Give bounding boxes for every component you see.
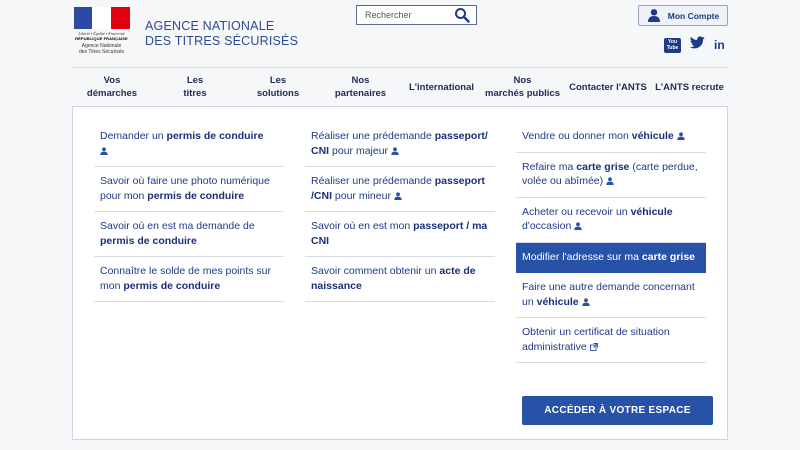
menu-item[interactable]: Acheter ou recevoir un véhicule d'occasi… xyxy=(516,198,706,243)
nav-item-ants-recrute[interactable]: L'ANTS recrute xyxy=(651,81,728,94)
item-text: d'occasion xyxy=(522,220,572,232)
access-your-space-button[interactable]: ACCÉDER À VOTRE ESPACE xyxy=(522,396,713,425)
user-icon xyxy=(581,296,590,306)
menu-item-active[interactable]: Modifier l'adresse sur ma carte grise xyxy=(516,242,706,273)
user-icon xyxy=(574,220,582,230)
user-icon xyxy=(677,130,685,140)
item-keyword: permis de conduire xyxy=(166,130,264,142)
social-links: You Tube in xyxy=(664,36,725,54)
menu-item[interactable]: Réaliser une prédemande passeport /CNI p… xyxy=(305,167,495,212)
french-flag-icon xyxy=(73,7,130,29)
nav-label: titres xyxy=(183,88,207,99)
search-box xyxy=(356,5,477,25)
item-text: Savoir où en est mon xyxy=(311,220,414,232)
linkedin-icon[interactable]: in xyxy=(714,38,725,52)
item-text: Réaliser une prédemande xyxy=(311,130,435,142)
menu-item[interactable]: Vendre ou donner mon véhicule xyxy=(516,122,706,153)
nav-label: Les xyxy=(269,75,287,86)
item-text: pour mineur xyxy=(332,189,391,202)
user-icon xyxy=(391,145,399,155)
nav-item-les-titres[interactable]: Les titres xyxy=(152,74,238,100)
agency-name-line2: DES TITRES SÉCURISÉS xyxy=(145,34,299,48)
nav-item-contacter-ants[interactable]: Contacter l'ANTS xyxy=(565,81,651,94)
external-link-icon xyxy=(589,341,598,351)
user-icon xyxy=(606,175,614,185)
menu-item[interactable]: Savoir où en est mon passeport / ma CNI xyxy=(305,212,495,257)
item-text: Savoir comment obtenir un xyxy=(311,265,440,277)
youtube-icon[interactable]: You Tube xyxy=(664,37,681,53)
menu-column-vehicule: Vendre ou donner mon véhicule Refaire ma… xyxy=(516,122,706,363)
menu-item[interactable]: Savoir où faire une photo numérique pour… xyxy=(94,167,284,212)
menu-item[interactable]: Connaître le solde de mes points sur mon… xyxy=(94,257,284,302)
menu-item[interactable]: Savoir où en est ma demande de permis de… xyxy=(94,212,284,257)
nav-label: Contacter l'ANTS xyxy=(569,81,647,93)
main-navigation: Vos démarches Les titres Les solutions Nos p… xyxy=(72,67,728,106)
search-input[interactable] xyxy=(357,10,453,20)
nav-label: démarches xyxy=(86,88,138,99)
nav-label: Vos xyxy=(103,75,121,86)
item-text: Demander un xyxy=(100,130,167,142)
menu-item[interactable]: Faire une autre demande concernant un vé… xyxy=(516,273,706,318)
nav-item-marches-publics[interactable]: Nos marchés publics xyxy=(480,74,565,100)
nav-label: Nos xyxy=(351,75,370,86)
item-keyword: véhicule xyxy=(630,205,673,218)
nav-item-nos-partenaires[interactable]: Nos partenaires xyxy=(318,74,403,100)
nav-label: Les xyxy=(186,75,204,86)
user-icon xyxy=(647,8,661,24)
my-account-label: Mon Compte xyxy=(667,10,720,21)
item-keyword: permis de conduire xyxy=(123,279,221,292)
my-account-button[interactable]: Mon Compte xyxy=(638,5,728,26)
demarches-mega-menu: Demander un permis de conduire Savoir où… xyxy=(72,106,728,440)
nav-item-vos-demarches[interactable]: Vos démarches xyxy=(72,74,152,100)
nav-label: marchés publics xyxy=(485,88,560,99)
item-keyword: permis de conduire xyxy=(100,234,197,247)
youtube-line2: Tube xyxy=(666,45,679,51)
twitter-icon[interactable] xyxy=(689,36,705,54)
menu-item[interactable]: Demander un permis de conduire xyxy=(94,122,284,167)
user-icon xyxy=(100,145,108,155)
agency-name[interactable]: AGENCE NATIONALE DES TITRES SÉCURISÉS xyxy=(145,19,298,49)
logo-agency-line2: des Titres Sécurisés xyxy=(78,49,125,55)
item-text: Vendre ou donner mon xyxy=(522,130,632,142)
item-text: Savoir où en est ma demande de xyxy=(100,220,255,232)
item-text: Réaliser une prédemande xyxy=(311,175,435,187)
menu-item[interactable]: Savoir comment obtenir un acte de naissa… xyxy=(305,257,495,302)
nav-label: Nos xyxy=(513,75,532,86)
logo-republic: RÉPUBLIQUE FRANÇAISE xyxy=(75,36,128,41)
nav-label: solutions xyxy=(256,88,300,99)
menu-column-permis: Demander un permis de conduire Savoir où… xyxy=(94,122,284,302)
menu-column-passeport-cni: Réaliser une prédemande passeport/ CNI p… xyxy=(305,122,495,302)
item-text: Modifier l'adresse sur ma xyxy=(522,250,642,263)
item-text: pour majeur xyxy=(329,144,389,157)
nav-label: L'ANTS recrute xyxy=(655,81,724,93)
nav-item-les-solutions[interactable]: Les solutions xyxy=(238,74,318,100)
agency-name-line1: AGENCE NATIONALE xyxy=(145,19,275,33)
item-keyword: carte grise xyxy=(576,160,630,173)
menu-item[interactable]: Réaliser une prédemande passeport/ CNI p… xyxy=(305,122,495,167)
user-icon xyxy=(394,190,402,200)
item-keyword: carte grise xyxy=(641,250,696,263)
item-text: Acheter ou recevoir un xyxy=(522,205,631,218)
nav-label: partenaires xyxy=(334,88,387,99)
search-icon[interactable] xyxy=(454,7,470,23)
menu-item[interactable]: Refaire ma carte grise (carte perdue, vo… xyxy=(516,153,706,198)
menu-item[interactable]: Obtenir un certificat de situation admin… xyxy=(516,318,706,363)
item-keyword: véhicule xyxy=(631,130,674,142)
item-keyword: véhicule xyxy=(536,295,579,308)
republique-francaise-logo[interactable]: Liberté • Égalité • Fraternité RÉPUBLIQU… xyxy=(73,7,130,55)
item-keyword: permis de conduire xyxy=(147,189,245,202)
item-text: Refaire ma xyxy=(522,160,577,173)
nav-label: L'international xyxy=(408,81,475,93)
nav-item-international[interactable]: L'international xyxy=(403,81,480,94)
